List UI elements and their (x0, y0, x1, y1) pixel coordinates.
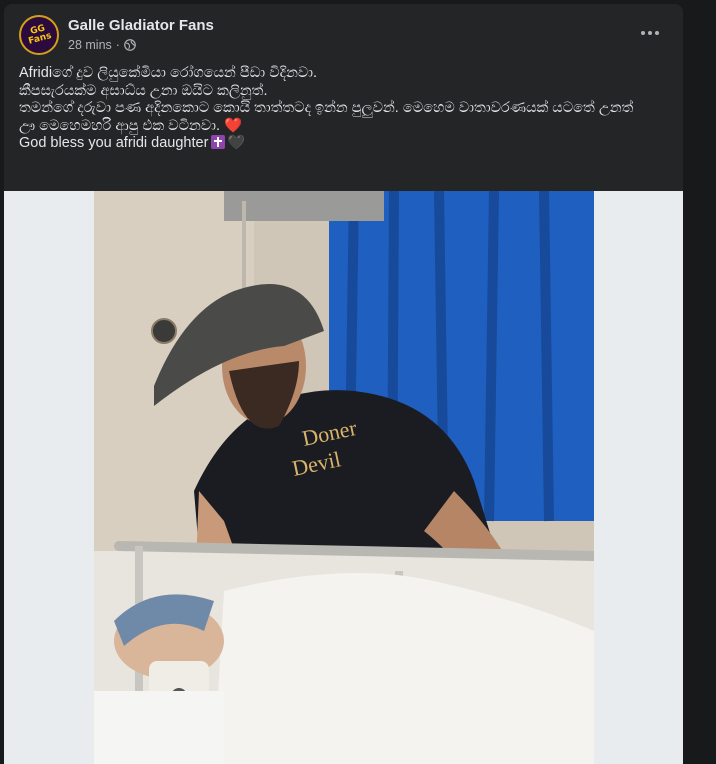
page-right-gutter (683, 0, 716, 764)
globe-icon[interactable] (124, 39, 136, 51)
page-avatar[interactable]: GG Fans (19, 15, 59, 55)
post-text-line-content: God bless you afridi daughter (19, 135, 209, 151)
post-meta: 28 mins · (68, 38, 136, 52)
black-heart-icon: 🖤 (227, 135, 246, 151)
post-text-line: තමන්ගේ දරුවා පණ අදිනකොට කොයි තාත්තටද ඉන්… (19, 100, 634, 116)
avatar-logo-text: GG Fans (27, 23, 53, 47)
post-timestamp[interactable]: 28 mins (68, 38, 112, 52)
red-heart-icon: ❤️ (224, 117, 243, 134)
post-text-line: කීපසැරයක්ම අසාධ්ය උනා ඔයිට කලිනුත්. (19, 82, 268, 99)
post-header: GG Fans Galle Gladiator Fans 28 mins · (4, 4, 683, 62)
more-options-button[interactable] (632, 21, 668, 45)
post-text: Afridiගේ දුව ලියුකේමියා රෝගයෙන් පීඩා විද… (19, 65, 669, 153)
post-text-line: ඌ මෙහෙමහරි ආපු එක වටිනවා. ❤️ (19, 118, 669, 136)
post-text-line-content: ඌ මෙහෙමහරි ආපු එක වටිනවා. (19, 117, 221, 134)
post-text-line: Afridiගේ දුව ලියුකේමියා රෝගයෙන් පීඩා විද… (19, 65, 318, 81)
post-photo[interactable]: Doner Devil (94, 191, 594, 764)
meta-separator: · (115, 38, 120, 52)
post-photo-frame[interactable]: Doner Devil (4, 191, 683, 764)
page-name-link[interactable]: Galle Gladiator Fans (68, 17, 214, 34)
latin-cross-icon (211, 135, 226, 149)
more-options-icon (641, 31, 645, 35)
post-card: GG Fans Galle Gladiator Fans 28 mins · A… (4, 4, 683, 764)
post-text-line: God bless you afridi daughter 🖤 (19, 135, 669, 153)
